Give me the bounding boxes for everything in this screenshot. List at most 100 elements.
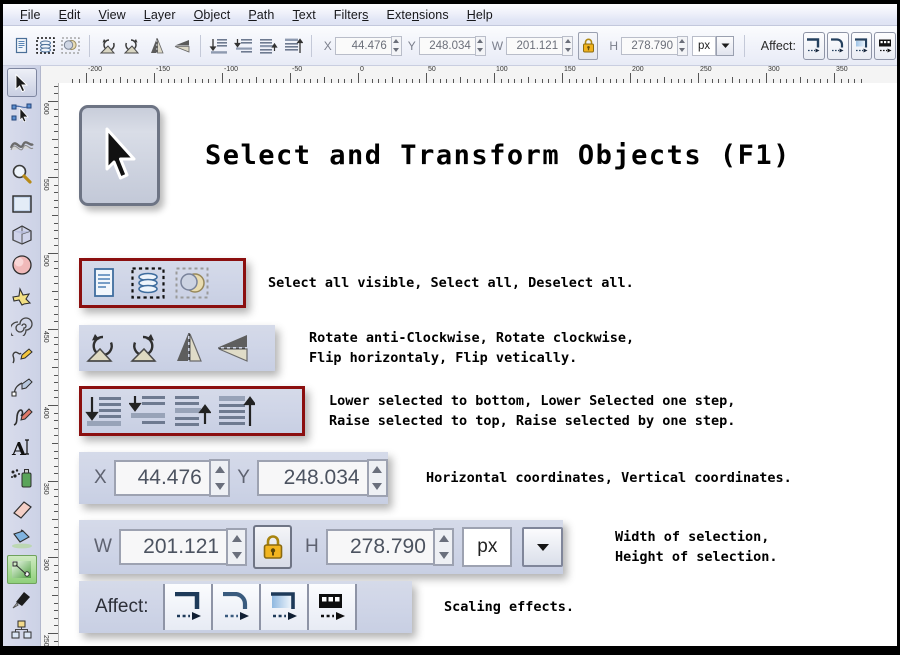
raise-one-step-button[interactable]: [258, 33, 279, 59]
unit-field[interactable]: px: [462, 527, 513, 567]
tool-calligraphy[interactable]: [7, 403, 37, 432]
raise-one-step-illustration[interactable]: [170, 389, 214, 433]
select-all-visible-illustration[interactable]: [82, 261, 126, 305]
tool-star[interactable]: [7, 281, 37, 310]
affect-label-illustration: Affect:: [95, 596, 149, 617]
lower-to-bottom-button[interactable]: [209, 33, 230, 59]
tool-spray[interactable]: [7, 464, 37, 493]
menu-item-filters[interactable]: Filters: [325, 6, 378, 24]
lower-to-bottom-illustration[interactable]: [82, 389, 126, 433]
tool-text[interactable]: A: [7, 433, 37, 462]
x-stepper[interactable]: 44.476: [334, 35, 402, 56]
tool-pencil[interactable]: [7, 342, 37, 371]
raise-to-top-illustration[interactable]: [214, 389, 258, 433]
deselect-all-button[interactable]: [60, 33, 81, 59]
h-value-field[interactable]: 278.790: [325, 529, 435, 565]
tool-eraser[interactable]: [7, 494, 37, 523]
menu-item-layer[interactable]: Layer: [135, 6, 185, 24]
rotate-cw-button[interactable]: [122, 33, 143, 59]
deselect-all-illustration[interactable]: [170, 261, 214, 305]
affect-scale-corners-illustration[interactable]: [210, 584, 259, 630]
x-value-field[interactable]: 44.476: [113, 460, 211, 496]
menu-item-object[interactable]: Object: [185, 6, 240, 24]
select-all-illustration[interactable]: [126, 261, 170, 305]
tool-spiral[interactable]: [7, 311, 37, 340]
x-spinner[interactable]: [208, 459, 231, 497]
flip-horizontal-illustration[interactable]: [167, 326, 211, 370]
rotate-ccw-button[interactable]: [98, 33, 119, 59]
menu-item-file[interactable]: File: [11, 6, 50, 24]
tool-zoom[interactable]: [7, 159, 37, 188]
affect-move-patterns-illustration[interactable]: [306, 584, 357, 630]
y-spin-arrows[interactable]: [474, 35, 486, 56]
affect-move-gradients-illustration[interactable]: [258, 584, 307, 630]
ruler-tick: [54, 116, 58, 118]
h-input[interactable]: 278.790: [620, 36, 677, 55]
w-input[interactable]: 201.121: [506, 36, 563, 55]
rotate-counterclockwise-icon: [99, 38, 115, 53]
tool-ellipse[interactable]: [7, 251, 37, 280]
drawing-canvas[interactable]: Select and Transform Objects (F1) Select…: [59, 83, 897, 646]
menu-item-text[interactable]: Text: [283, 6, 324, 24]
lower-one-step-illustration[interactable]: [126, 389, 170, 433]
tool-node-editor[interactable]: [7, 98, 37, 127]
lower-one-step-button[interactable]: [233, 33, 254, 59]
w-stepper[interactable]: 201.121: [506, 35, 574, 56]
y-spinner[interactable]: [366, 459, 389, 497]
affect-scale-stroke-button[interactable]: [802, 31, 825, 60]
affect-move-patterns-button[interactable]: [874, 31, 897, 60]
rotate-ccw-illustration[interactable]: [79, 326, 123, 370]
affect-move-gradients-button[interactable]: [850, 31, 873, 60]
y-value-field[interactable]: 248.034: [256, 460, 369, 496]
ruler-tick: [54, 488, 58, 490]
x-spin-arrows[interactable]: [390, 35, 402, 56]
lock-aspect-ratio-illustration[interactable]: [253, 525, 293, 569]
menu-item-edit[interactable]: Edit: [50, 6, 90, 24]
tool-bezier[interactable]: [7, 372, 37, 401]
menu-item-help[interactable]: Help: [458, 6, 502, 24]
horizontal-ruler[interactable]: -200 -150 -100 -50 0 50 100 150 200 250 300 350: [41, 66, 897, 84]
select-all-button[interactable]: [36, 33, 57, 59]
tool-rectangle[interactable]: [7, 190, 37, 219]
flip-horizontal-button[interactable]: [147, 33, 168, 59]
h-stepper[interactable]: 278.790: [620, 35, 688, 56]
unit-dropdown-button[interactable]: [716, 35, 734, 56]
affect-group-caption: Scaling effects.: [444, 597, 574, 617]
vertical-ruler[interactable]: 600 550 500 450 400 350 300 250: [41, 83, 59, 646]
tool-dropper[interactable]: [7, 585, 37, 614]
menu-item-extensions[interactable]: Extensions: [378, 6, 458, 24]
tool-selector[interactable]: [6, 68, 37, 98]
rotate-cw-illustration[interactable]: [123, 326, 167, 370]
ruler-tick: [766, 73, 767, 83]
flip-vertical-illustration[interactable]: [211, 326, 255, 370]
x-input[interactable]: 44.476: [334, 36, 391, 55]
y-input[interactable]: 248.034: [418, 36, 475, 55]
selector-tool-illustration: [79, 105, 160, 206]
unit-display[interactable]: px: [691, 35, 717, 56]
raise-to-top-button[interactable]: [282, 33, 303, 59]
w-value-field[interactable]: 201.121: [118, 529, 229, 565]
ruler-tick: [54, 245, 58, 247]
tool-tweak[interactable]: [7, 129, 37, 158]
tool-connector[interactable]: [7, 616, 37, 645]
affect-scale-stroke-illustration[interactable]: [162, 584, 211, 630]
menu-item-path[interactable]: Path: [239, 6, 283, 24]
y-stepper[interactable]: 248.034: [418, 35, 486, 56]
h-spinner[interactable]: [432, 528, 455, 566]
w-spin-arrows[interactable]: [562, 35, 574, 56]
w-spinner[interactable]: [226, 528, 248, 566]
tool-gradient[interactable]: [6, 554, 37, 585]
menu-item-view[interactable]: View: [90, 6, 135, 24]
ruler-tick: [54, 382, 58, 384]
affect-scale-corners-button[interactable]: [826, 31, 849, 60]
tool-3d-box[interactable]: [7, 220, 37, 249]
select-all-visible-button[interactable]: [11, 33, 32, 59]
flip-vertical-button[interactable]: [171, 33, 192, 59]
tool-paint-bucket[interactable]: [7, 524, 37, 553]
lock-aspect-ratio-button[interactable]: [578, 31, 599, 60]
h-spin-arrows[interactable]: [676, 35, 688, 56]
ruler-tick: [222, 73, 223, 83]
ruler-tick: [48, 633, 58, 634]
ruler-tick: [834, 73, 835, 83]
unit-dropdown-illustration[interactable]: [522, 527, 563, 567]
